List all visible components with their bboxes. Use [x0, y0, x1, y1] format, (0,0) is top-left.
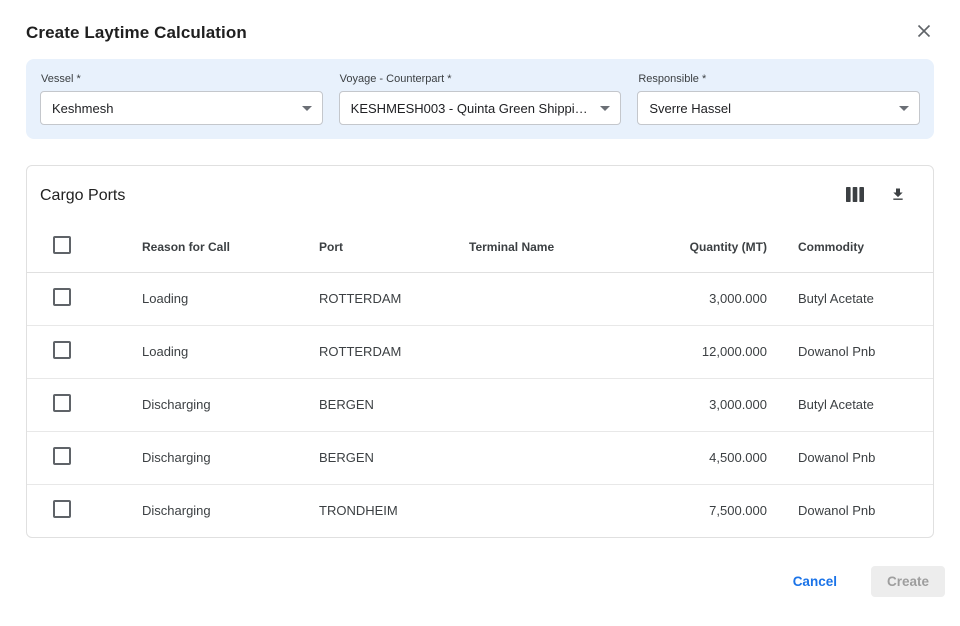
column-header-port: Port [319, 222, 469, 272]
table-row: Discharging TRONDHEIM 7,500.000 Dowanol … [27, 484, 933, 537]
cell-reason-for-call: Discharging [142, 484, 319, 537]
voyage-counterpart-field: Voyage - Counterpart * KESHMESH003 - Qui… [339, 71, 622, 125]
table-header-row: Reason for Call Port Terminal Name Quant… [27, 222, 933, 272]
row-checkbox[interactable] [53, 394, 71, 412]
download-icon [890, 186, 906, 206]
vessel-label: Vessel * [41, 73, 323, 85]
cell-commodity: Butyl Acetate [789, 272, 933, 325]
cargo-table-body: Loading ROTTERDAM 3,000.000 Butyl Acetat… [27, 272, 933, 537]
cell-reason-for-call: Discharging [142, 431, 319, 484]
cell-quantity: 7,500.000 [629, 484, 789, 537]
columns-button[interactable] [844, 185, 866, 207]
cell-commodity: Dowanol Pnb [789, 484, 933, 537]
vessel-field: Vessel * Keshmesh [40, 71, 323, 125]
voyage-counterpart-label: Voyage - Counterpart * [340, 73, 622, 85]
responsible-select-value: Sverre Hassel [649, 101, 731, 116]
voyage-form-panel: Vessel * Keshmesh Voyage - Counterpart *… [26, 59, 934, 139]
cell-quantity: 3,000.000 [629, 272, 789, 325]
dialog-header: Create Laytime Calculation [0, 0, 960, 50]
close-button[interactable] [912, 21, 936, 45]
table-row: Loading ROTTERDAM 12,000.000 Dowanol Pnb [27, 325, 933, 378]
responsible-label: Responsible * [638, 73, 920, 85]
vessel-select-value: Keshmesh [52, 101, 113, 116]
column-header-reason: Reason for Call [142, 222, 319, 272]
cargo-ports-card: Cargo Ports [26, 165, 934, 538]
voyage-counterpart-select[interactable]: KESHMESH003 - Quinta Green Shippi… [339, 91, 622, 125]
page-title: Create Laytime Calculation [26, 23, 247, 43]
cargo-ports-card-header: Cargo Ports [27, 166, 933, 212]
table-header: Reason for Call Port Terminal Name Quant… [27, 222, 933, 272]
row-checkbox[interactable] [53, 288, 71, 306]
cell-quantity: 4,500.000 [629, 431, 789, 484]
cell-terminal-name [469, 431, 629, 484]
cell-port: BERGEN [319, 431, 469, 484]
cell-port: BERGEN [319, 378, 469, 431]
row-checkbox[interactable] [53, 447, 71, 465]
create-laytime-dialog: Create Laytime Calculation Vessel * Kesh… [0, 0, 960, 597]
cargo-ports-toolbar [844, 184, 908, 208]
column-header-terminal: Terminal Name [469, 222, 629, 272]
cell-terminal-name [469, 272, 629, 325]
cell-commodity: Dowanol Pnb [789, 431, 933, 484]
view-columns-icon [846, 187, 864, 205]
cell-terminal-name [469, 325, 629, 378]
cargo-ports-table: Reason for Call Port Terminal Name Quant… [27, 222, 933, 537]
cell-terminal-name [469, 484, 629, 537]
table-row: Discharging BERGEN 4,500.000 Dowanol Pnb [27, 431, 933, 484]
cell-terminal-name [469, 378, 629, 431]
cell-quantity: 3,000.000 [629, 378, 789, 431]
cell-reason-for-call: Discharging [142, 378, 319, 431]
cell-port: ROTTERDAM [319, 325, 469, 378]
cell-commodity: Dowanol Pnb [789, 325, 933, 378]
column-header-quantity: Quantity (MT) [629, 222, 789, 272]
cell-commodity: Butyl Acetate [789, 378, 933, 431]
row-checkbox[interactable] [53, 341, 71, 359]
create-button[interactable]: Create [871, 566, 945, 597]
row-checkbox[interactable] [53, 500, 71, 518]
column-header-commodity: Commodity [789, 222, 933, 272]
cell-reason-for-call: Loading [142, 272, 319, 325]
vessel-select[interactable]: Keshmesh [40, 91, 323, 125]
responsible-select[interactable]: Sverre Hassel [637, 91, 920, 125]
chevron-down-icon [600, 106, 610, 111]
table-row: Discharging BERGEN 3,000.000 Butyl Aceta… [27, 378, 933, 431]
chevron-down-icon [302, 106, 312, 111]
cell-port: TRONDHEIM [319, 484, 469, 537]
download-button[interactable] [888, 184, 908, 208]
cancel-button[interactable]: Cancel [785, 568, 845, 595]
select-all-checkbox[interactable] [53, 236, 71, 254]
table-row: Loading ROTTERDAM 3,000.000 Butyl Acetat… [27, 272, 933, 325]
cargo-ports-title: Cargo Ports [40, 187, 125, 205]
voyage-counterpart-select-value: KESHMESH003 - Quinta Green Shippi… [351, 101, 588, 116]
responsible-field: Responsible * Sverre Hassel [637, 71, 920, 125]
dialog-footer: Cancel Create [0, 538, 960, 597]
cell-reason-for-call: Loading [142, 325, 319, 378]
cell-quantity: 12,000.000 [629, 325, 789, 378]
close-icon [916, 23, 932, 42]
chevron-down-icon [899, 106, 909, 111]
cell-port: ROTTERDAM [319, 272, 469, 325]
